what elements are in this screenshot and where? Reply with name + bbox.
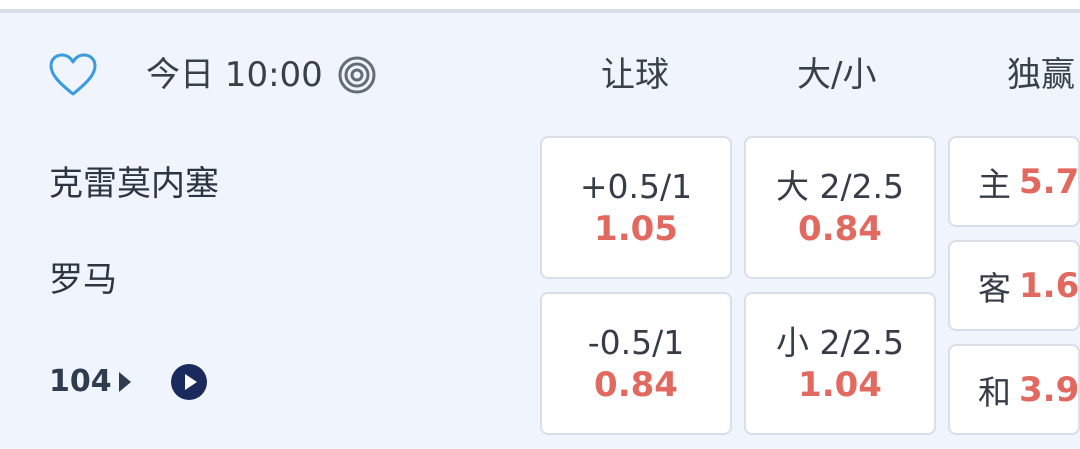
over-line: 大 2/2.5 (775, 166, 905, 206)
win-away-label: 客 (978, 268, 1011, 308)
more-markets-count[interactable]: 104 (49, 362, 112, 402)
column-header-over-under: 大/小 (797, 55, 877, 95)
away-team-name[interactable]: 罗马 (49, 258, 117, 302)
match-time: 今日 10:00 (146, 55, 323, 95)
handicap-line: -0.5/1 (587, 322, 685, 362)
handicap-odds: 1.05 (594, 208, 678, 249)
win-home-card[interactable]: 主 5.7 (948, 136, 1080, 227)
win-home-odds: 5.7 (1019, 161, 1080, 202)
win-draw-odds: 3.9 (1019, 369, 1080, 410)
column-header-win: 独赢 (1007, 55, 1075, 95)
handicap-odds: 0.84 (594, 364, 678, 405)
heart-outline-icon[interactable] (48, 52, 98, 98)
under-odds: 1.04 (798, 364, 882, 405)
over-odds: 0.84 (798, 208, 882, 249)
handicap-home-card[interactable]: +0.5/1 1.05 (540, 136, 732, 279)
target-icon[interactable] (337, 55, 377, 95)
handicap-away-card[interactable]: -0.5/1 0.84 (540, 292, 732, 435)
handicap-line: +0.5/1 (579, 166, 693, 206)
play-circle-icon[interactable] (170, 363, 208, 401)
home-team-name[interactable]: 克雷莫内塞 (49, 162, 219, 206)
win-draw-label: 和 (978, 372, 1011, 412)
under-line: 小 2/2.5 (775, 322, 905, 362)
win-away-odds: 1.6 (1019, 265, 1080, 306)
under-card[interactable]: 小 2/2.5 1.04 (744, 292, 936, 435)
win-away-card[interactable]: 客 1.6 (948, 240, 1080, 331)
caret-right-icon[interactable] (119, 372, 131, 392)
top-divider (0, 0, 1080, 13)
win-draw-card[interactable]: 和 3.9 (948, 344, 1080, 435)
column-header-handicap: 让球 (601, 55, 669, 95)
win-home-label: 主 (978, 164, 1011, 204)
over-card[interactable]: 大 2/2.5 0.84 (744, 136, 936, 279)
